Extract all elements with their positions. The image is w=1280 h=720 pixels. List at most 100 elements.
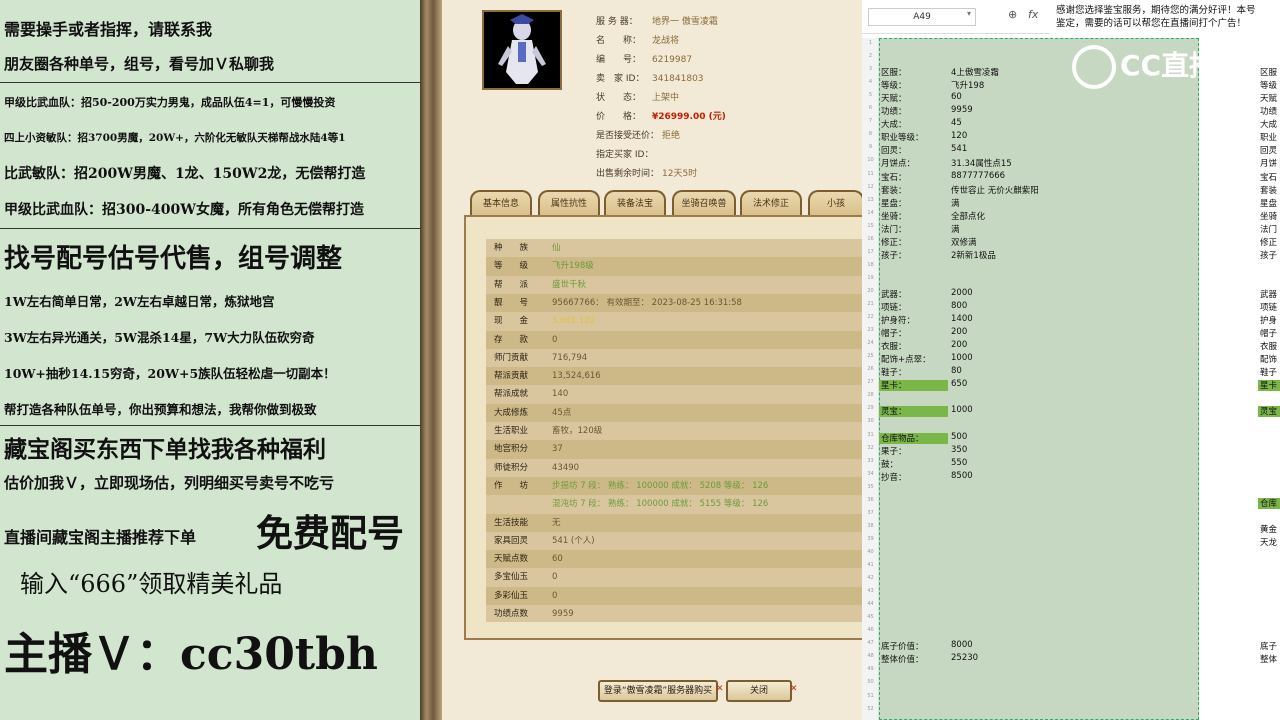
row-number[interactable]: 35 <box>862 484 879 490</box>
row-number[interactable]: 24 <box>862 340 879 346</box>
cell-key[interactable]: 抄音： <box>881 471 907 483</box>
row-number[interactable]: 5 <box>862 92 879 98</box>
row-number[interactable]: 33 <box>862 458 879 464</box>
adjacent-cell[interactable]: 配饰 <box>1260 353 1277 365</box>
row-number[interactable]: 20 <box>862 288 879 294</box>
row-number[interactable]: 29 <box>862 405 879 411</box>
cell-key[interactable]: 修正： <box>881 236 907 248</box>
cell-value[interactable]: 1000 <box>951 353 973 363</box>
adjacent-cell[interactable]: 仓库 <box>1260 497 1277 509</box>
tab-children[interactable]: 小孩 <box>808 190 862 216</box>
row-number[interactable]: 50 <box>862 679 879 685</box>
cell-key[interactable]: 区服： <box>881 66 907 78</box>
cell-value[interactable]: 8000 <box>951 640 973 650</box>
cell-value[interactable]: 8500 <box>951 471 973 481</box>
cell-value[interactable]: 650 <box>951 379 967 389</box>
row-number[interactable]: 10 <box>862 157 879 163</box>
adjacent-cell[interactable]: 灵宝 <box>1260 405 1277 417</box>
row-number[interactable]: 45 <box>862 614 879 620</box>
login-server-buy-button[interactable]: 登录“傲雪凌霜”服务器购买 <box>598 680 718 702</box>
cell-key[interactable]: 等级： <box>881 79 907 91</box>
row-number[interactable]: 15 <box>862 223 879 229</box>
row-number[interactable]: 27 <box>862 379 879 385</box>
adjacent-cell[interactable]: 区服 <box>1260 66 1277 78</box>
row-number[interactable]: 34 <box>862 471 879 477</box>
row-number[interactable]: 13 <box>862 197 879 203</box>
row-number[interactable]: 2 <box>862 53 879 59</box>
cell-key[interactable]: 仓库物品： <box>881 432 924 444</box>
row-number[interactable]: 8 <box>862 131 879 137</box>
adjacent-cell[interactable]: 套装 <box>1260 184 1277 196</box>
cell-value[interactable]: 2新新1极品 <box>951 249 996 261</box>
cell-value[interactable]: 500 <box>951 432 967 442</box>
cell-value[interactable]: 满 <box>951 223 960 235</box>
cell-key[interactable]: 坐骑： <box>881 210 907 222</box>
cell-key[interactable]: 宝石： <box>881 171 907 183</box>
row-number[interactable]: 9 <box>862 144 879 150</box>
cell-value[interactable]: 60 <box>951 92 962 102</box>
chevron-down-icon[interactable]: ▾ <box>967 9 971 18</box>
cell-value[interactable]: 200 <box>951 340 967 350</box>
adjacent-cell[interactable]: 星盘 <box>1260 197 1277 209</box>
selected-range[interactable] <box>879 38 1199 720</box>
row-number[interactable]: 14 <box>862 210 879 216</box>
cell-value[interactable]: 1000 <box>951 405 973 415</box>
cell-key[interactable]: 武器： <box>881 288 907 300</box>
cell-key[interactable]: 配饰+点翠： <box>881 353 931 365</box>
close-button[interactable]: 关闭 <box>726 680 792 702</box>
adjacent-cell[interactable]: 等级 <box>1260 79 1277 91</box>
row-number[interactable]: 47 <box>862 640 879 646</box>
cell-key[interactable]: 回灵： <box>881 144 907 156</box>
adjacent-cell[interactable]: 法门 <box>1260 223 1277 235</box>
row-number[interactable]: 19 <box>862 275 879 281</box>
tab-equipment[interactable]: 装备法宝 <box>604 190 666 216</box>
cell-value[interactable]: 541 <box>951 144 967 154</box>
row-number[interactable]: 6 <box>862 105 879 111</box>
adjacent-cell[interactable]: 大成 <box>1260 118 1277 130</box>
adjacent-cell[interactable]: 鞋子 <box>1260 366 1277 378</box>
cell-value[interactable]: 200 <box>951 327 967 337</box>
row-number[interactable]: 21 <box>862 301 879 307</box>
adjacent-cell[interactable]: 整体 <box>1260 653 1277 665</box>
cell-key[interactable]: 功绩： <box>881 105 907 117</box>
adjacent-cell[interactable]: 月饼 <box>1260 157 1277 169</box>
cell-key[interactable]: 项链： <box>881 301 907 313</box>
cell-value[interactable]: 800 <box>951 301 967 311</box>
adjacent-cell[interactable]: 项链 <box>1260 301 1277 313</box>
adjacent-cell[interactable]: 星卡 <box>1260 379 1277 391</box>
adjacent-cell[interactable]: 帽子 <box>1260 327 1277 339</box>
cell-key[interactable]: 底子价值： <box>881 640 924 652</box>
adjacent-cell[interactable]: 孩子 <box>1260 249 1277 261</box>
row-number[interactable]: 22 <box>862 314 879 320</box>
adjacent-cell[interactable]: 修正 <box>1260 236 1277 248</box>
row-number[interactable]: 18 <box>862 262 879 268</box>
tab-spell-mods[interactable]: 法术修正 <box>740 190 802 216</box>
row-number[interactable]: 11 <box>862 171 879 177</box>
adjacent-cell[interactable]: 衣服 <box>1260 340 1277 352</box>
row-number[interactable]: 48 <box>862 653 879 659</box>
function-icon[interactable]: fx <box>1028 8 1038 21</box>
tab-basic-info[interactable]: 基本信息 <box>470 190 532 216</box>
row-number[interactable]: 4 <box>862 79 879 85</box>
cell-key[interactable]: 星卡： <box>881 379 907 391</box>
cell-key[interactable]: 鞋子： <box>881 366 907 378</box>
row-number[interactable]: 17 <box>862 249 879 255</box>
cell-key[interactable]: 套装： <box>881 184 907 196</box>
adjacent-cell[interactable]: 功绩 <box>1260 105 1277 117</box>
tab-attributes[interactable]: 属性抗性 <box>538 190 600 216</box>
row-number[interactable]: 16 <box>862 236 879 242</box>
row-number[interactable]: 25 <box>862 353 879 359</box>
cell-value[interactable]: 2000 <box>951 288 973 298</box>
row-number[interactable]: 46 <box>862 627 879 633</box>
row-number[interactable]: 36 <box>862 497 879 503</box>
row-number[interactable]: 41 <box>862 562 879 568</box>
cell-key[interactable]: 鼓： <box>881 458 898 470</box>
cell-value[interactable]: 飞升198 <box>951 79 984 91</box>
cell-value[interactable]: 8877777666 <box>951 171 1005 181</box>
row-number[interactable]: 43 <box>862 588 879 594</box>
adjacent-cell[interactable]: 坐骑 <box>1260 210 1277 222</box>
cell-value[interactable]: 120 <box>951 131 967 141</box>
cell-value[interactable]: 550 <box>951 458 967 468</box>
cell-key[interactable]: 护身符： <box>881 314 915 326</box>
adjacent-cell[interactable]: 武器 <box>1260 288 1277 300</box>
